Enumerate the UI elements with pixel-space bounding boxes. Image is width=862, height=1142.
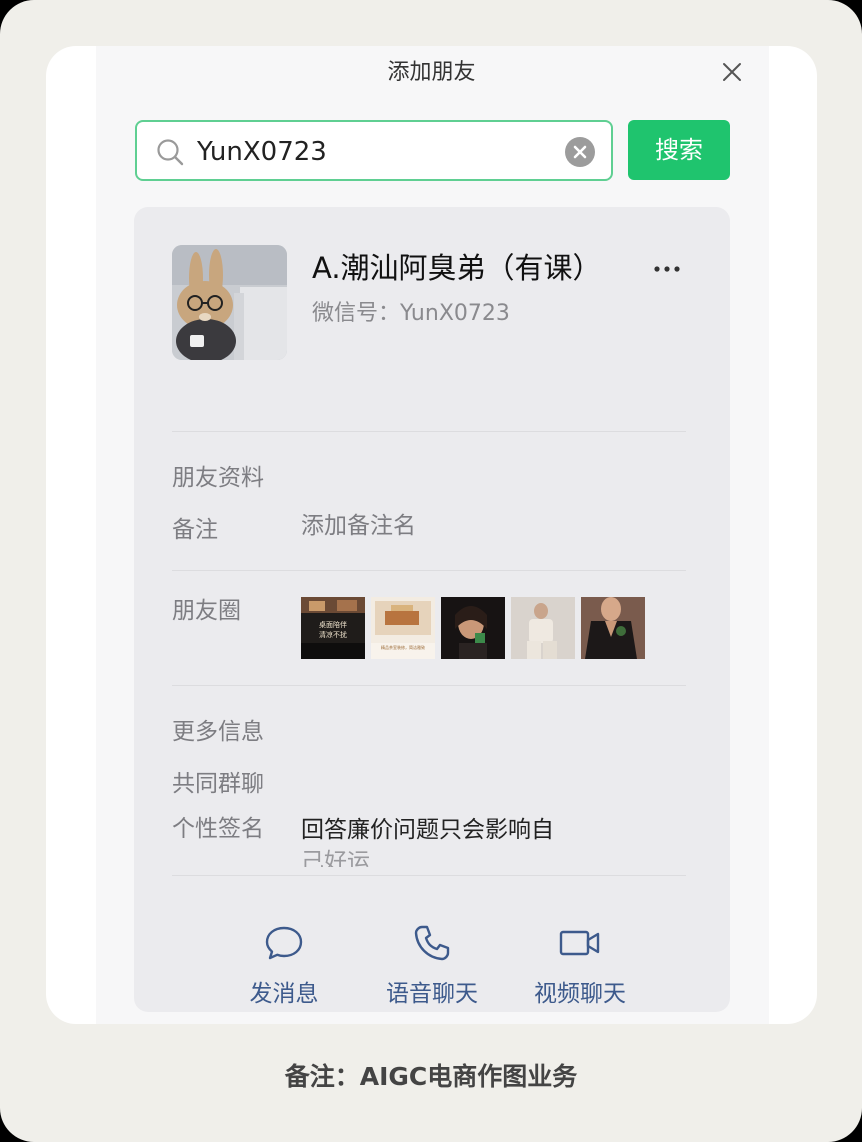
video-camera-icon: [559, 930, 600, 956]
voice-call-button[interactable]: 语音聊天: [372, 923, 492, 1009]
wechat-id: 微信号：YunX0723: [312, 299, 510, 329]
signature-value: 回答廉价问题只会影响自: [301, 817, 554, 843]
signature-value-overflow: 己好运: [301, 847, 701, 867]
moment-thumb[interactable]: 桌面陪伴 清凉不扰: [301, 597, 365, 659]
profile-card: A.潮汕阿臭弟（有课） 微信号：YunX0723 朋友资料 备注 添加备注名 朋…: [134, 207, 730, 1012]
moment-thumb[interactable]: [581, 597, 645, 659]
signature-line2: 己好运: [301, 849, 370, 867]
window-title: 添加朋友: [387, 60, 476, 85]
more-icon[interactable]: [652, 259, 682, 279]
avatar[interactable]: [172, 245, 287, 360]
more-info-title: 更多信息: [172, 719, 264, 745]
search-value: YunX0723: [197, 137, 327, 167]
wechat-id-label: 微信号：: [312, 301, 401, 326]
thumb-text: 桌面陪伴: [319, 620, 347, 629]
footer-note: 备注：AIGC电商作图业务: [284, 1062, 578, 1091]
common-groups-label[interactable]: 共同群聊: [172, 769, 264, 799]
profile-name: A.潮汕阿臭弟（有课）: [312, 251, 602, 285]
send-message-button[interactable]: 发消息: [224, 923, 344, 1009]
voice-call-label: 语音聊天: [386, 981, 478, 1007]
thumb-text: 清凉不扰: [319, 630, 347, 639]
thumb-text: 精品茶室装修，简洁雅致: [381, 644, 425, 650]
divider: [172, 431, 686, 432]
remark-field[interactable]: 添加备注名: [301, 511, 416, 541]
send-message-label: 发消息: [249, 981, 319, 1007]
divider: [172, 875, 686, 876]
signature-label: 个性签名: [172, 816, 264, 842]
friend-info-title: 朋友资料: [172, 465, 264, 491]
close-icon[interactable]: [720, 60, 744, 84]
search-input[interactable]: YunX0723: [135, 120, 613, 181]
video-call-label: 视频聊天: [534, 981, 626, 1007]
divider: [172, 570, 686, 571]
moments-label: 朋友圈: [172, 598, 241, 624]
wechat-id-value: YunX0723: [400, 301, 510, 326]
clear-icon[interactable]: [564, 136, 596, 168]
moment-thumb[interactable]: [511, 597, 575, 659]
phone-icon: [414, 925, 450, 961]
moment-thumb[interactable]: [441, 597, 505, 659]
video-call-button[interactable]: 视频聊天: [520, 923, 640, 1009]
screenshot-frame: 添加朋友 YunX0723 搜索 A.潮汕阿臭弟（有课） 微信号：YunX072…: [0, 0, 862, 1142]
moment-thumb[interactable]: 精品茶室装修，简洁雅致: [371, 597, 435, 659]
chat-bubble-icon: [265, 926, 303, 960]
divider: [172, 685, 686, 686]
search-icon: [157, 139, 184, 166]
remark-label: 备注: [172, 517, 218, 543]
add-friend-window: 添加朋友 YunX0723 搜索 A.潮汕阿臭弟（有课） 微信号：YunX072…: [46, 46, 817, 1024]
search-button[interactable]: 搜索: [628, 120, 730, 180]
